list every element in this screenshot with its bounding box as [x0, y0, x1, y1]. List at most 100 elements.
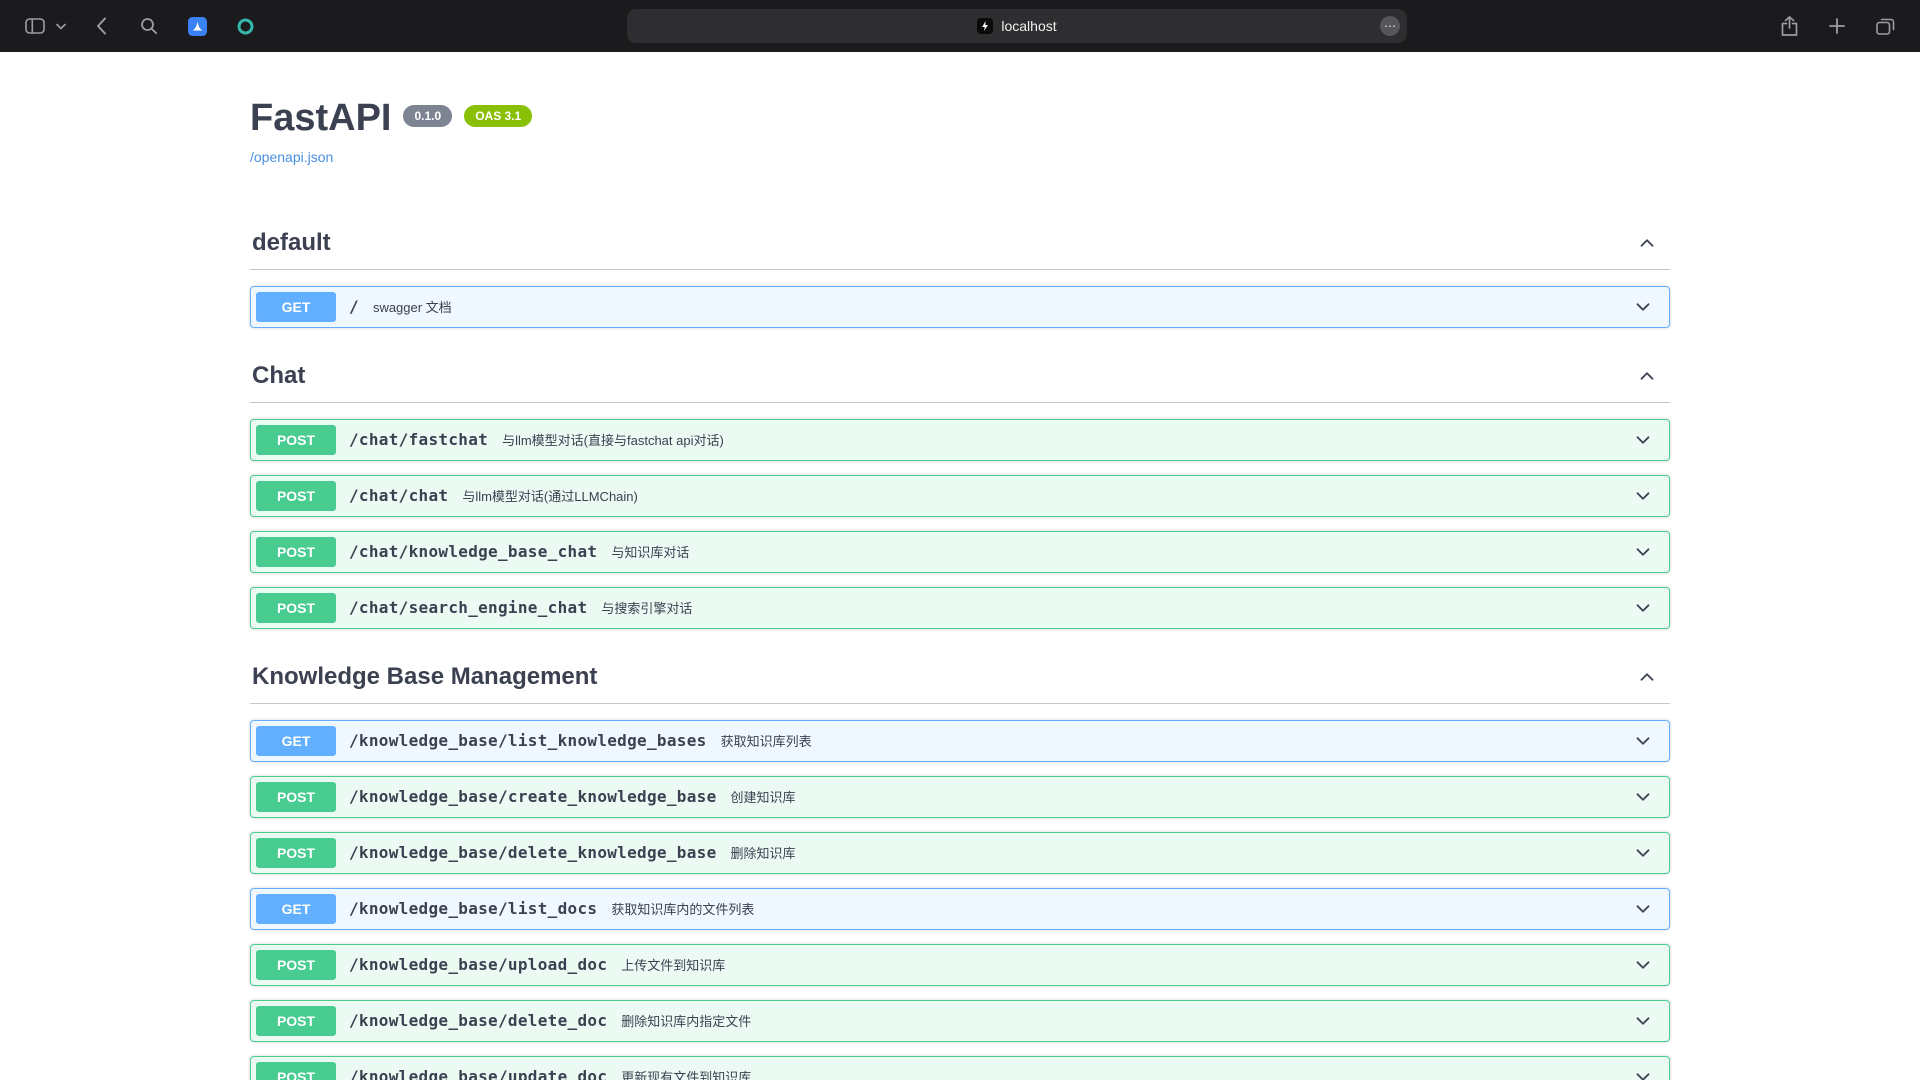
endpoint-row[interactable]: POST /chat/chat 与llm模型对话(通过LLMChain)	[250, 475, 1670, 517]
method-badge: POST	[256, 537, 336, 567]
endpoint-row[interactable]: GET /knowledge_base/list_knowledge_bases…	[250, 720, 1670, 762]
method-badge: GET	[256, 894, 336, 924]
api-section: Chat POST /chat/fastchat 与llm模型对话(直接与fas…	[250, 354, 1670, 629]
chevron-down-icon	[56, 23, 66, 30]
plus-icon	[1829, 18, 1845, 34]
method-badge: POST	[256, 838, 336, 868]
endpoint-description: 与llm模型对话(直接与fastchat api对话)	[502, 430, 724, 449]
swagger-page: FastAPI 0.1.0 OAS 3.1 /openapi.json defa…	[0, 52, 1920, 1080]
chevron-down-icon[interactable]	[1632, 730, 1654, 752]
endpoint-description: 删除知识库内指定文件	[621, 1011, 751, 1030]
method-badge: GET	[256, 726, 336, 756]
openapi-spec-link[interactable]: /openapi.json	[250, 149, 333, 165]
endpoint-path: /knowledge_base/list_docs	[349, 899, 597, 918]
page-options-button[interactable]: ⋯	[1380, 16, 1400, 36]
method-badge: POST	[256, 425, 336, 455]
chevron-down-icon[interactable]	[1632, 842, 1654, 864]
endpoint-path: /knowledge_base/update_doc	[349, 1067, 607, 1080]
endpoint-path: /knowledge_base/create_knowledge_base	[349, 787, 717, 806]
endpoint-description: 更新现有文件到知识库	[621, 1067, 751, 1080]
endpoint-row[interactable]: POST /knowledge_base/delete_doc 删除知识库内指定…	[250, 1000, 1670, 1042]
endpoint-description: 删除知识库	[731, 843, 796, 862]
share-icon	[1781, 16, 1798, 36]
api-section: Knowledge Base Management GET /knowledge…	[250, 655, 1670, 1080]
toolbar-left-group	[20, 11, 260, 41]
chevron-down-icon[interactable]	[1632, 786, 1654, 808]
content-container: FastAPI 0.1.0 OAS 3.1 /openapi.json defa…	[250, 52, 1670, 1080]
endpoint-description: 与搜索引擎对话	[601, 598, 692, 617]
toolbar-right-group	[1774, 11, 1900, 41]
extension-blue-button[interactable]	[182, 11, 212, 41]
section-title: Chat	[252, 362, 305, 390]
back-button[interactable]	[86, 11, 116, 41]
site-favicon-icon	[977, 18, 993, 34]
chevron-up-icon[interactable]	[1636, 666, 1658, 688]
sections-root: default GET / swagger 文档 Chat POST /chat…	[250, 221, 1670, 1080]
new-tab-button[interactable]	[1822, 11, 1852, 41]
chevron-left-icon	[96, 17, 107, 35]
chevron-down-icon[interactable]	[1632, 597, 1654, 619]
record-ring-icon	[236, 17, 255, 36]
section-title: Knowledge Base Management	[252, 663, 597, 691]
chevron-down-icon[interactable]	[1632, 898, 1654, 920]
endpoint-path: /	[349, 297, 359, 316]
endpoint-description: 上传文件到知识库	[621, 955, 725, 974]
endpoint-description: 获取知识库列表	[721, 731, 812, 750]
endpoint-row[interactable]: POST /chat/fastchat 与llm模型对话(直接与fastchat…	[250, 419, 1670, 461]
endpoint-row[interactable]: POST /knowledge_base/delete_knowledge_ba…	[250, 832, 1670, 874]
method-badge: POST	[256, 1006, 336, 1036]
chevron-up-icon[interactable]	[1636, 232, 1658, 254]
sidebar-menu-button[interactable]	[54, 11, 68, 41]
section-header[interactable]: default	[250, 221, 1670, 270]
share-button[interactable]	[1774, 11, 1804, 41]
oas-badge: OAS 3.1	[464, 105, 532, 127]
endpoint-path: /chat/fastchat	[349, 430, 488, 449]
section-header[interactable]: Knowledge Base Management	[250, 655, 1670, 704]
endpoint-list: GET / swagger 文档	[250, 286, 1670, 328]
endpoint-row[interactable]: GET / swagger 文档	[250, 286, 1670, 328]
endpoint-row[interactable]: POST /knowledge_base/upload_doc 上传文件到知识库	[250, 944, 1670, 986]
browser-toolbar: localhost ⋯	[0, 0, 1920, 52]
chevron-down-icon[interactable]	[1632, 1066, 1654, 1080]
chevron-down-icon[interactable]	[1632, 954, 1654, 976]
search-icon	[140, 17, 158, 35]
chevron-up-icon[interactable]	[1636, 365, 1658, 387]
endpoint-path: /knowledge_base/delete_doc	[349, 1011, 607, 1030]
address-bar[interactable]: localhost ⋯	[627, 9, 1407, 43]
search-button[interactable]	[134, 11, 164, 41]
endpoint-row[interactable]: POST /chat/search_engine_chat 与搜索引擎对话	[250, 587, 1670, 629]
endpoint-description: 与知识库对话	[611, 542, 689, 561]
method-badge: POST	[256, 950, 336, 980]
chevron-down-icon[interactable]	[1632, 429, 1654, 451]
endpoint-path: /knowledge_base/delete_knowledge_base	[349, 843, 717, 862]
tab-overview-button[interactable]	[1870, 11, 1900, 41]
endpoint-path: /knowledge_base/list_knowledge_bases	[349, 731, 707, 750]
endpoint-row[interactable]: POST /chat/knowledge_base_chat 与知识库对话	[250, 531, 1670, 573]
endpoint-row[interactable]: GET /knowledge_base/list_docs 获取知识库内的文件列…	[250, 888, 1670, 930]
section-title: default	[252, 229, 331, 257]
endpoint-path: /knowledge_base/upload_doc	[349, 955, 607, 974]
chevron-down-icon[interactable]	[1632, 1010, 1654, 1032]
endpoint-path: /chat/knowledge_base_chat	[349, 542, 597, 561]
chevron-down-icon[interactable]	[1632, 485, 1654, 507]
extension-ring-button[interactable]	[230, 11, 260, 41]
api-section: default GET / swagger 文档	[250, 221, 1670, 328]
method-badge: POST	[256, 1062, 336, 1080]
endpoint-description: 获取知识库内的文件列表	[611, 899, 754, 918]
method-badge: POST	[256, 481, 336, 511]
endpoint-description: 创建知识库	[731, 787, 796, 806]
section-header[interactable]: Chat	[250, 354, 1670, 403]
sidebar-toggle-button[interactable]	[20, 11, 50, 41]
tabs-icon	[1876, 18, 1895, 35]
endpoint-row[interactable]: POST /knowledge_base/update_doc 更新现有文件到知…	[250, 1056, 1670, 1080]
version-badge: 0.1.0	[403, 105, 452, 127]
endpoint-path: /chat/search_engine_chat	[349, 598, 587, 617]
chevron-down-icon[interactable]	[1632, 296, 1654, 318]
endpoint-description: 与llm模型对话(通过LLMChain)	[462, 486, 638, 505]
chevron-down-icon[interactable]	[1632, 541, 1654, 563]
endpoint-description: swagger 文档	[373, 297, 452, 316]
extension-blue-icon	[188, 17, 207, 36]
endpoint-list: POST /chat/fastchat 与llm模型对话(直接与fastchat…	[250, 419, 1670, 629]
method-badge: GET	[256, 292, 336, 322]
endpoint-row[interactable]: POST /knowledge_base/create_knowledge_ba…	[250, 776, 1670, 818]
